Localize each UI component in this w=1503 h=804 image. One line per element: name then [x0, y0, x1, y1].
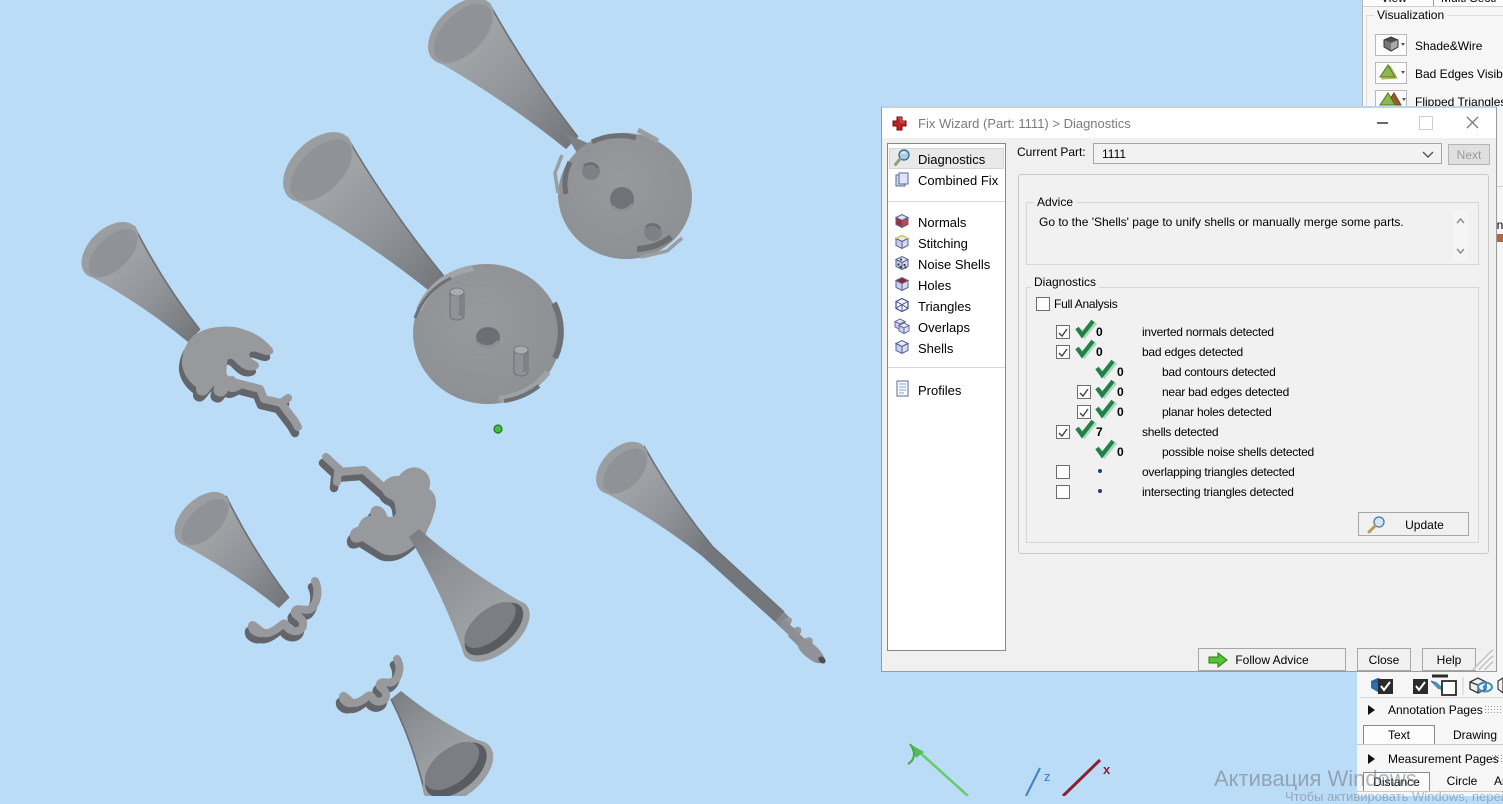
svg-text:x: x [1103, 762, 1111, 777]
svg-text:z: z [1044, 769, 1051, 784]
